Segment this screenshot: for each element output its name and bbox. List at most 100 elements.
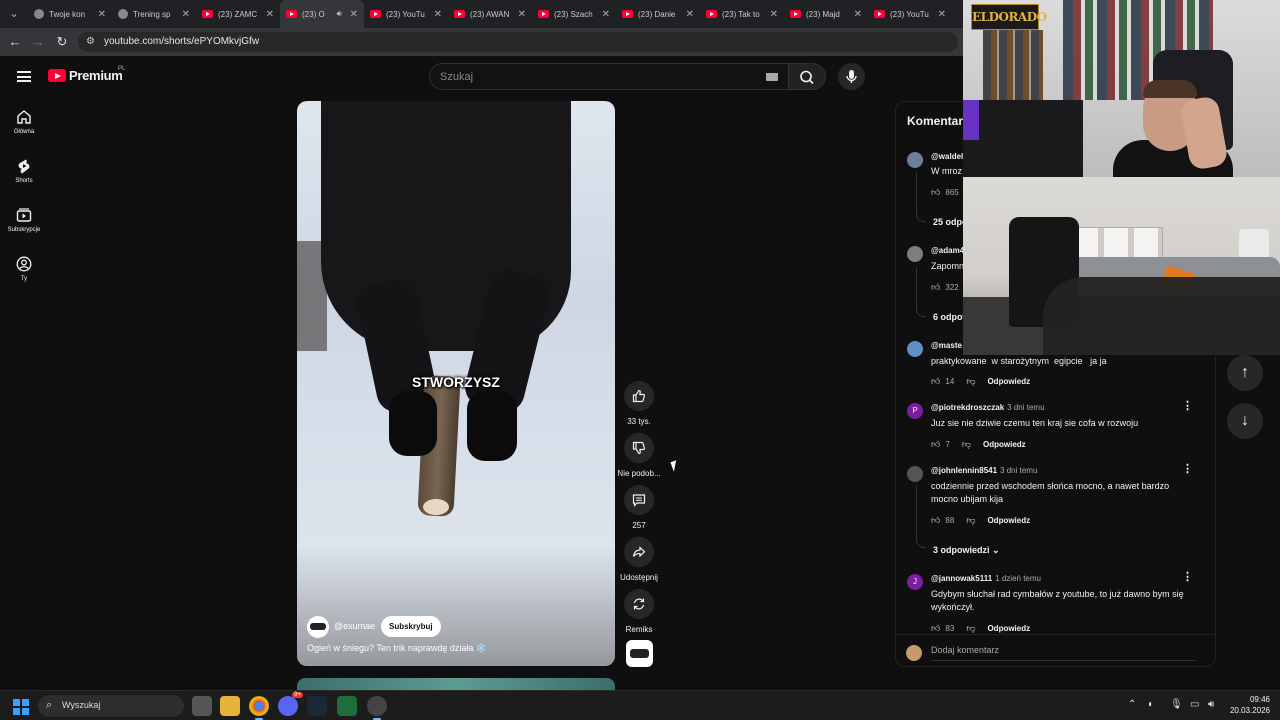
tab-close-icon[interactable]: ✕ bbox=[434, 9, 442, 20]
task-view-icon[interactable] bbox=[192, 696, 212, 716]
comment-menu-icon[interactable]: ⋮ bbox=[1182, 572, 1193, 583]
voice-search-button[interactable] bbox=[838, 63, 865, 90]
chrome-icon[interactable] bbox=[249, 696, 269, 720]
comment-author[interactable]: @jannowak5111 1 dzień temu bbox=[931, 574, 1041, 583]
tab-close-icon[interactable]: ✕ bbox=[350, 9, 358, 20]
share-button[interactable]: Udostępnij bbox=[617, 537, 661, 582]
browser-tab[interactable]: (23) O 🔊︎ ✕ bbox=[280, 0, 364, 28]
add-comment-bar[interactable]: Dodaj komentarz bbox=[896, 634, 1215, 666]
tab-audio-icon[interactable]: 🔊︎ bbox=[337, 9, 342, 19]
discord-icon[interactable]: 9+ bbox=[278, 692, 303, 716]
network-icon[interactable]: ▭ bbox=[1190, 699, 1199, 710]
comment-author-name[interactable]: @adam4 bbox=[931, 246, 964, 255]
thumbs-up-icon[interactable]: 👍︎ bbox=[931, 187, 940, 198]
volume-icon[interactable]: 🔊︎ bbox=[1208, 699, 1214, 710]
thumbs-up-icon[interactable]: 👍︎ bbox=[931, 282, 940, 293]
tab-close-icon[interactable]: ✕ bbox=[98, 9, 106, 20]
comment-author-name[interactable]: @jannowak5111 bbox=[931, 574, 992, 583]
reply-button[interactable]: Odpowiedz bbox=[987, 516, 1030, 525]
channel-avatar[interactable] bbox=[307, 616, 329, 638]
previous-short-arrow-icon[interactable]: ↑ bbox=[1227, 355, 1263, 391]
thumbs-up-icon[interactable]: 👍︎ bbox=[931, 439, 940, 450]
browser-tab[interactable]: (23) AWAN ✕ bbox=[448, 0, 532, 28]
steam-icon[interactable] bbox=[307, 696, 327, 716]
browser-tab[interactable]: (23) Majd ✕ bbox=[784, 0, 868, 28]
like-button[interactable]: 33 tys. bbox=[617, 381, 661, 426]
sidebar-item-shorts[interactable]: Shorts bbox=[0, 158, 48, 184]
tray-chevron-icon[interactable]: ⌃ bbox=[1128, 699, 1136, 710]
comments-button[interactable]: 257 bbox=[617, 485, 661, 530]
comment-avatar[interactable]: P bbox=[907, 403, 923, 419]
browser-tab[interactable]: (23) YouTu ✕ bbox=[868, 0, 952, 28]
comment-avatar[interactable] bbox=[907, 152, 923, 168]
tab-close-icon[interactable]: ✕ bbox=[686, 9, 694, 20]
file-explorer-icon[interactable] bbox=[220, 696, 240, 716]
channel-name[interactable]: @exumae bbox=[334, 621, 375, 631]
taskbar-clock[interactable]: 09:46 20.03.2026 bbox=[1226, 694, 1270, 716]
comment-author[interactable]: @adam4 bbox=[931, 246, 964, 255]
tab-close-icon[interactable]: ✕ bbox=[182, 9, 190, 20]
browser-tab[interactable]: Twoje kon ✕ bbox=[28, 0, 112, 28]
address-bar[interactable]: ⚙ youtube.com/shorts/ePYOMkvjGfw bbox=[78, 32, 958, 52]
replies-toggle[interactable]: 3 odpowiedzi ⌄ bbox=[933, 545, 1000, 556]
reply-button[interactable]: Odpowiedz bbox=[987, 624, 1030, 633]
comment-avatar[interactable] bbox=[907, 246, 923, 262]
comment-avatar[interactable] bbox=[907, 466, 923, 482]
tab-close-icon[interactable]: ✕ bbox=[854, 9, 862, 20]
forward-arrow-icon[interactable]: → bbox=[29, 33, 47, 51]
back-arrow-icon[interactable]: ← bbox=[6, 33, 24, 51]
browser-tab[interactable]: (23) Danie ✕ bbox=[616, 0, 700, 28]
subscribe-button[interactable]: Subskrybuj bbox=[381, 616, 441, 637]
browser-tab[interactable]: (23) Tak to ✕ bbox=[700, 0, 784, 28]
comment-author[interactable]: @piotrekdroszczak 3 dni temu bbox=[931, 403, 1045, 412]
tab-close-icon[interactable]: ✕ bbox=[518, 9, 526, 20]
excel-icon[interactable] bbox=[337, 696, 357, 716]
remix-button[interactable]: Remiks bbox=[617, 589, 661, 634]
reply-button[interactable]: Odpowiedz bbox=[983, 440, 1026, 449]
comment-author[interactable]: @maste bbox=[931, 341, 962, 350]
tray-app-icon[interactable]: ◐ bbox=[1148, 699, 1154, 710]
browser-tab[interactable]: (23) Szach ✕ bbox=[532, 0, 616, 28]
comment-avatar[interactable] bbox=[907, 341, 923, 357]
comment-author[interactable]: @johnlennin8541 3 dni temu bbox=[931, 466, 1037, 475]
youtube-premium-label[interactable]: Premium bbox=[69, 68, 123, 83]
tab-close-icon[interactable]: ✕ bbox=[770, 9, 778, 20]
tab-close-icon[interactable]: ✕ bbox=[266, 9, 274, 20]
short-video-player[interactable]: STWORZYSZ @exumae Subskrybuj Ogień w śni… bbox=[297, 101, 615, 666]
thumbs-down-icon[interactable]: 👎︎ bbox=[966, 623, 975, 634]
next-short-preview[interactable] bbox=[297, 678, 615, 690]
hamburger-menu-icon[interactable] bbox=[17, 71, 31, 82]
sidebar-item-you[interactable]: Ty bbox=[0, 256, 48, 282]
site-info-icon[interactable]: ⚙ bbox=[86, 36, 95, 47]
browser-tab[interactable]: Trening sp ✕ bbox=[112, 0, 196, 28]
keyboard-icon[interactable] bbox=[766, 73, 778, 81]
youtube-logo-icon[interactable] bbox=[48, 69, 66, 82]
browser-tab[interactable]: (23) ZAMC ✕ bbox=[196, 0, 280, 28]
comment-author-name[interactable]: @johnlennin8541 bbox=[931, 466, 997, 475]
thumbs-up-icon[interactable]: 👍︎ bbox=[931, 623, 940, 634]
tab-close-icon[interactable]: ✕ bbox=[938, 9, 946, 20]
tab-search-chevron-icon[interactable]: ⌄ bbox=[4, 4, 24, 24]
comment-avatar[interactable]: J bbox=[907, 574, 923, 590]
search-button[interactable] bbox=[788, 63, 826, 90]
reload-icon[interactable]: ↻ bbox=[53, 33, 71, 51]
comment-menu-icon[interactable]: ⋮ bbox=[1182, 401, 1193, 412]
windows-start-icon[interactable] bbox=[13, 699, 29, 715]
microphone-icon[interactable]: 🎙︎ bbox=[1170, 699, 1183, 710]
search-input[interactable]: Szukaj bbox=[429, 63, 789, 90]
comment-author[interactable]: @waldel bbox=[931, 152, 963, 161]
obs-icon[interactable] bbox=[367, 696, 387, 720]
add-comment-input[interactable]: Dodaj komentarz bbox=[931, 645, 999, 655]
sound-source-avatar[interactable] bbox=[626, 640, 653, 667]
browser-tab[interactable]: (23) YouTu ✕ bbox=[364, 0, 448, 28]
comment-menu-icon[interactable]: ⋮ bbox=[1182, 464, 1193, 475]
comment-author-name[interactable]: @maste bbox=[931, 341, 962, 350]
video-description[interactable]: Ogień w śniegu? Ten trik naprawdę działa… bbox=[307, 643, 487, 654]
comment-author-name[interactable]: @piotrekdroszczak bbox=[931, 403, 1004, 412]
thumbs-down-icon[interactable]: 👎︎ bbox=[962, 439, 971, 450]
tab-close-icon[interactable]: ✕ bbox=[602, 9, 610, 20]
thumbs-up-icon[interactable]: 👍︎ bbox=[931, 515, 940, 526]
comment-author-name[interactable]: @waldel bbox=[931, 152, 963, 161]
reply-button[interactable]: Odpowiedz bbox=[987, 377, 1030, 386]
taskbar-search[interactable]: ⌕ Wyszukaj bbox=[38, 695, 184, 717]
